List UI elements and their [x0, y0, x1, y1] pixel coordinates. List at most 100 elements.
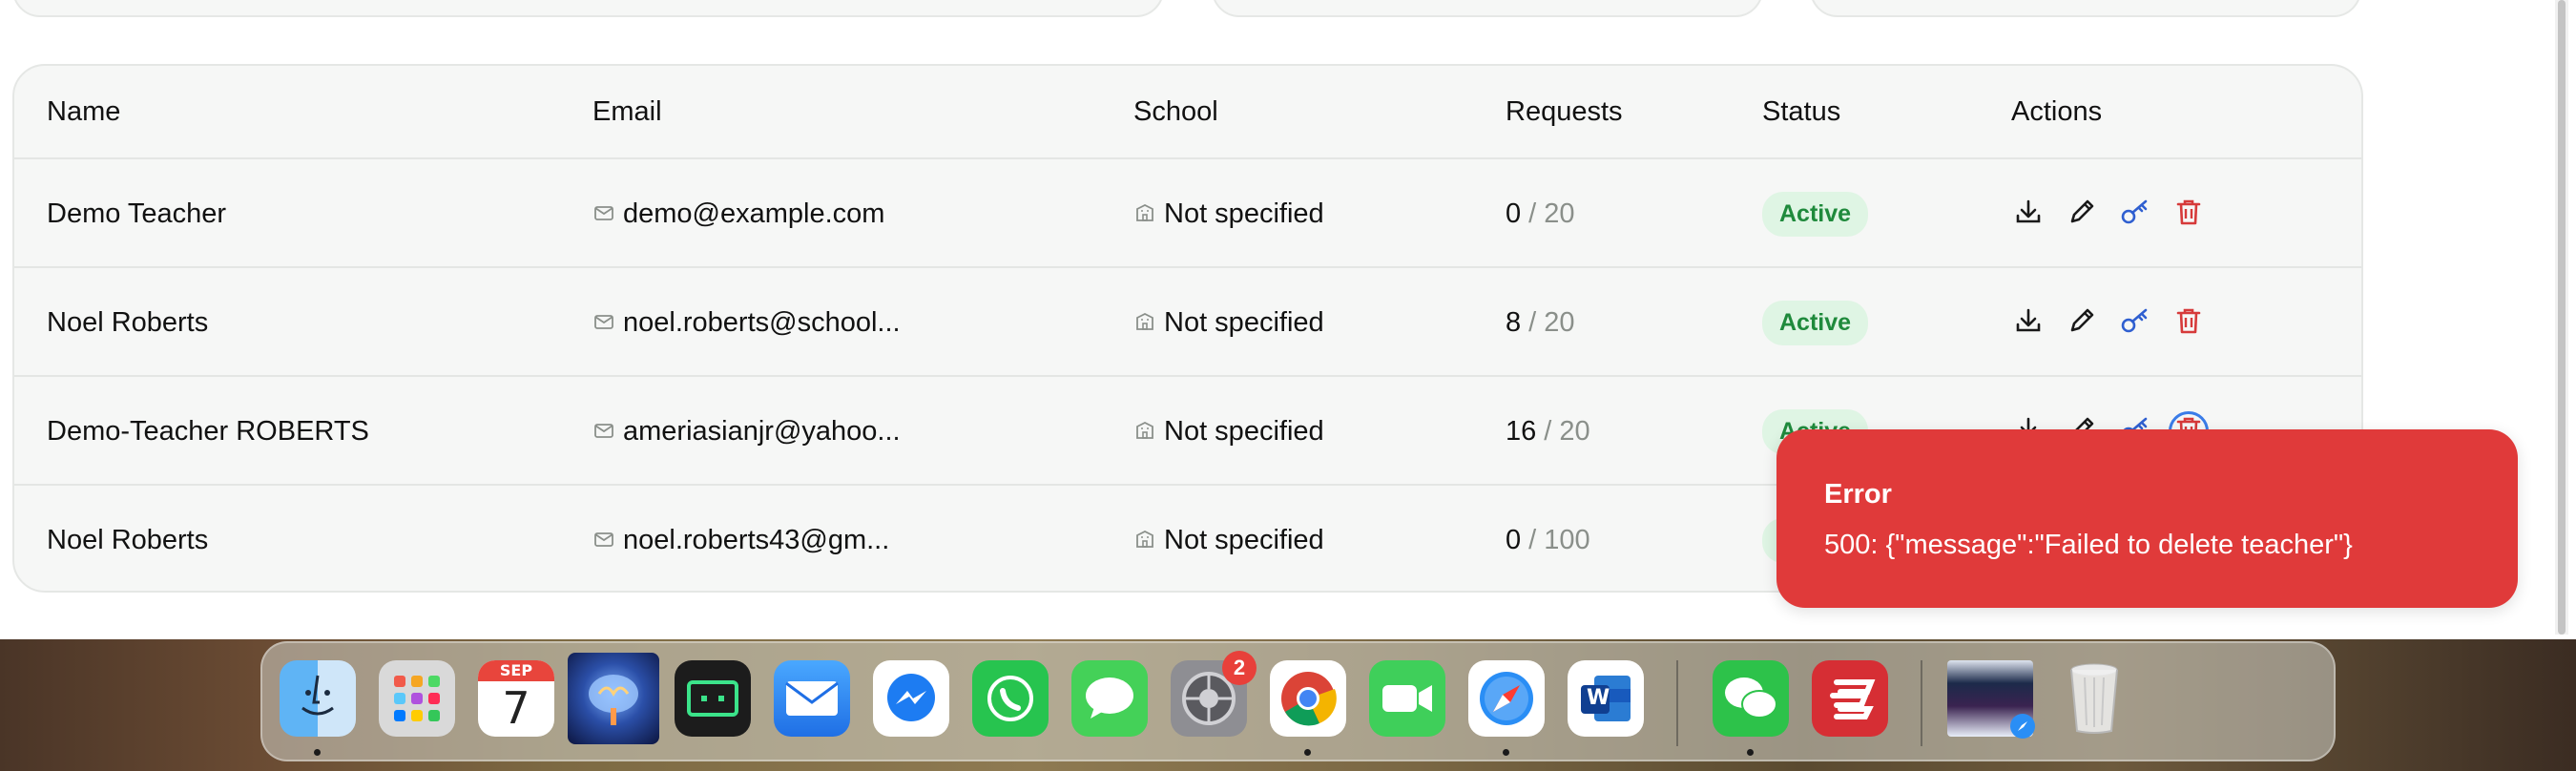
row-actions: [2008, 159, 2222, 268]
teacher-school: Not specified: [1133, 377, 1324, 486]
finder-icon[interactable]: [280, 660, 356, 737]
chrome-running-dot: [1304, 749, 1311, 756]
key-icon: [2119, 197, 2151, 232]
stat-card-3: [1810, 0, 2361, 17]
download-icon: [2013, 305, 2044, 341]
teacher-status: Active: [1762, 159, 1869, 268]
school-text: Not specified: [1164, 306, 1324, 338]
delete-button[interactable]: [2169, 302, 2209, 343]
terminal-app-icon[interactable]: [675, 660, 751, 737]
table-row[interactable]: Demo Teacher demo@example.com Not specifie…: [14, 159, 2361, 268]
messenger-icon[interactable]: [873, 660, 949, 737]
requests-used: 0: [1506, 524, 1522, 555]
mail-icon: [592, 201, 617, 226]
requests-used: 0: [1506, 198, 1522, 229]
table-row[interactable]: Noel Roberts noel.roberts@school... Not sp…: [14, 268, 2361, 377]
dock-separator-1: [1676, 660, 1678, 746]
teacher-requests: 8/ 20: [1506, 268, 1575, 377]
school-text: Not specified: [1164, 415, 1324, 447]
messages-icon[interactable]: [1071, 660, 1148, 737]
teacher-email: noel.roberts@school...: [592, 268, 901, 377]
teacher-school: Not specified: [1133, 486, 1324, 591]
email-text: demo@example.com: [623, 198, 885, 229]
facetime-icon[interactable]: [1369, 660, 1445, 737]
teacher-name: Demo Teacher: [47, 198, 227, 229]
error-toast[interactable]: Error 500: {"message":"Failed to delete …: [1776, 429, 2518, 608]
requests-used: 8: [1506, 306, 1522, 338]
settings-notification-badge: 2: [1222, 651, 1257, 685]
teacher-school: Not specified: [1133, 268, 1324, 377]
download-icon: [2013, 197, 2044, 232]
requests-total: / 100: [1528, 524, 1590, 555]
school-text: Not specified: [1164, 524, 1324, 555]
teacher-requests: 16/ 20: [1506, 377, 1590, 486]
delete-button[interactable]: [2169, 194, 2209, 234]
table-header: Name Email School Requests Status Action…: [14, 66, 2361, 159]
teacher-name: Noel Roberts: [47, 306, 209, 338]
teacher-requests: 0/ 100: [1506, 486, 1590, 591]
mail-icon[interactable]: [774, 660, 850, 737]
screenshot-thumbnail-icon[interactable]: [1947, 660, 2035, 739]
toast-title: Error: [1824, 479, 1892, 510]
status-badge: Active: [1762, 300, 1869, 345]
email-text: noel.roberts43@gm...: [623, 524, 890, 555]
dock-separator-2: [1921, 660, 1922, 746]
header-email: Email: [592, 96, 662, 127]
requests-total: / 20: [1528, 198, 1575, 229]
trash-icon[interactable]: [2056, 660, 2132, 737]
scroll-thumb[interactable]: [2558, 0, 2566, 635]
requests-total: / 20: [1544, 415, 1590, 447]
trash-icon: [2174, 197, 2203, 232]
header-actions: Actions: [2011, 96, 2103, 127]
safari-icon[interactable]: [1468, 660, 1545, 737]
school-icon: [1133, 201, 1158, 226]
requests-total: / 20: [1528, 306, 1575, 338]
school-text: Not specified: [1164, 198, 1324, 229]
reset-key-button[interactable]: [2115, 194, 2155, 234]
chrome-icon[interactable]: [1270, 660, 1346, 737]
page-scrollbar[interactable]: [2555, 0, 2568, 635]
edit-icon: [2067, 197, 2097, 232]
trash-icon: [2174, 305, 2203, 341]
whatsapp-icon[interactable]: [972, 660, 1049, 737]
stat-card-1: [12, 0, 1164, 17]
teacher-email: demo@example.com: [592, 159, 884, 268]
wechat-icon[interactable]: [1713, 660, 1789, 737]
teacher-email: ameriasianjr@yahoo...: [592, 377, 901, 486]
status-badge: Active: [1762, 191, 1869, 237]
teacher-status: Active: [1762, 268, 1869, 377]
launchpad-icon[interactable]: [379, 660, 455, 737]
download-button[interactable]: [2008, 302, 2048, 343]
toast-message: 500: {"message":"Failed to delete teache…: [1824, 530, 2353, 560]
dock: SEP 7 2 W: [260, 641, 2336, 761]
reset-key-button[interactable]: [2115, 302, 2155, 343]
teacher-requests: 0/ 20: [1506, 159, 1575, 268]
word-icon[interactable]: W: [1568, 660, 1644, 737]
calendar-icon[interactable]: SEP 7: [478, 660, 554, 737]
teacher-email: noel.roberts43@gm...: [592, 486, 890, 591]
expressvpn-icon[interactable]: [1812, 660, 1888, 737]
row-actions: [2008, 268, 2222, 377]
stat-card-2: [1212, 0, 1763, 17]
mail-icon: [592, 310, 617, 335]
school-icon: [1133, 310, 1158, 335]
email-text: noel.roberts@school...: [623, 306, 901, 338]
safari-running-dot: [1503, 749, 1509, 756]
edit-button[interactable]: [2062, 302, 2102, 343]
teacher-name: Demo-Teacher ROBERTS: [47, 415, 369, 447]
wechat-running-dot: [1747, 749, 1754, 756]
school-icon: [1133, 528, 1158, 552]
requests-used: 16: [1506, 415, 1537, 447]
email-text: ameriasianjr@yahoo...: [623, 415, 901, 447]
brain-app-icon[interactable]: [568, 653, 659, 744]
download-button[interactable]: [2008, 194, 2048, 234]
finder-running-dot: [314, 749, 321, 756]
teacher-name: Noel Roberts: [47, 524, 209, 555]
header-school: School: [1133, 96, 1218, 127]
mail-icon: [592, 419, 617, 444]
header-requests: Requests: [1506, 96, 1623, 127]
word-letter: W: [1587, 686, 1610, 710]
mail-icon: [592, 528, 617, 552]
edit-button[interactable]: [2062, 194, 2102, 234]
school-icon: [1133, 419, 1158, 444]
